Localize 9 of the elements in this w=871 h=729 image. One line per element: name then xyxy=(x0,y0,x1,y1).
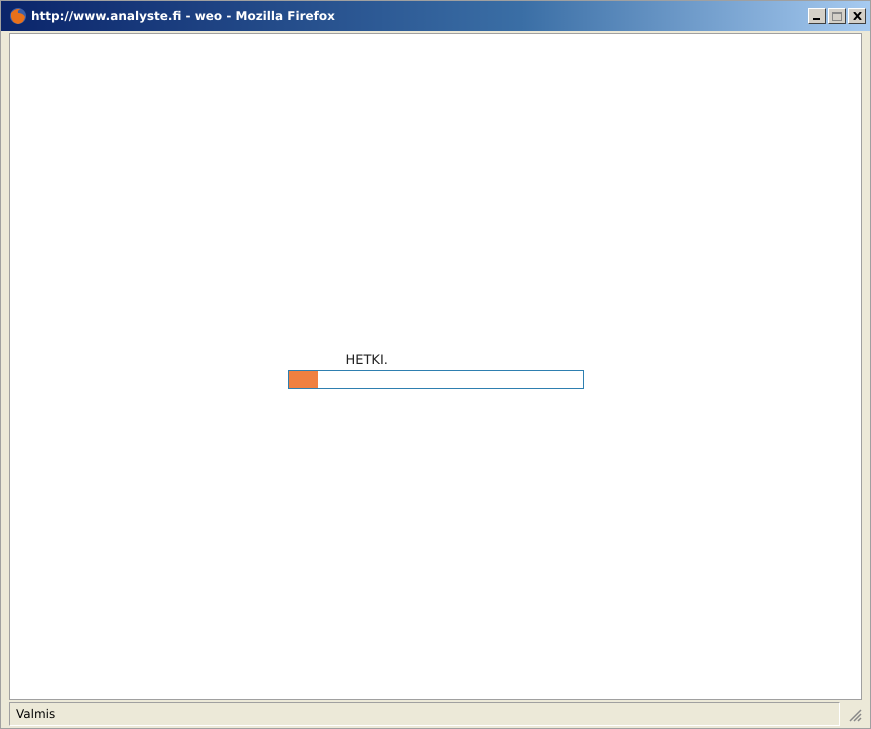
close-icon xyxy=(852,12,862,20)
maximize-button[interactable] xyxy=(828,8,846,24)
loading-message: HETKI. xyxy=(346,352,389,370)
window-title: http://www.analyste.fi - weo - Mozilla Firefox xyxy=(31,9,336,23)
close-button[interactable] xyxy=(848,8,866,24)
globe-icon xyxy=(9,7,27,25)
status-text: Valmis xyxy=(9,702,840,726)
minimize-button[interactable] xyxy=(808,8,826,24)
maximize-icon xyxy=(832,12,842,20)
